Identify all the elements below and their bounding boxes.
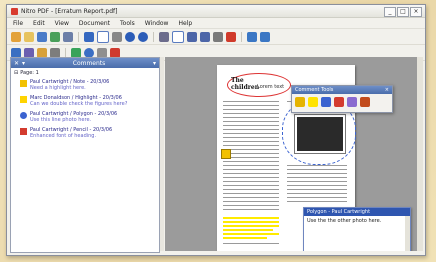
- menu-edit[interactable]: Edit: [33, 20, 45, 27]
- zoom-box-icon[interactable]: [172, 30, 184, 43]
- page-node-label: Page: 1: [20, 70, 39, 76]
- comments-panel-header: ✕ ▾ Comments ▾: [11, 58, 159, 68]
- text-callout-icon[interactable]: [321, 97, 331, 107]
- comment-tools-title: Comment Tools: [295, 87, 334, 93]
- panel-splitter[interactable]: [160, 57, 164, 251]
- popup-note-text[interactable]: Use the the other photo here.: [304, 216, 410, 226]
- menu-view[interactable]: View: [55, 20, 69, 27]
- open-folder-icon[interactable]: [24, 31, 34, 42]
- title-bar: Nitro PDF - [Erratum Report.pdf] _ □ ×: [7, 5, 425, 18]
- app-logo-icon: [11, 7, 18, 15]
- collapse-icon[interactable]: ⊟: [14, 70, 18, 76]
- main-toolbar: [7, 29, 425, 45]
- close-toolbar-icon[interactable]: ×: [385, 87, 389, 93]
- text-tool-icon[interactable]: [213, 31, 223, 42]
- web-icon[interactable]: [84, 47, 94, 58]
- document-photo: [294, 114, 346, 154]
- maximize-button[interactable]: □: [397, 7, 409, 17]
- comment-text: Can we double check the figures here?: [30, 101, 128, 107]
- menu-document[interactable]: Document: [79, 20, 110, 27]
- note-tool-icon[interactable]: [295, 97, 305, 107]
- vertical-scrollbar[interactable]: [417, 57, 423, 251]
- comment-tools-toolbar: Comment Tools ×: [291, 85, 393, 113]
- menu-window[interactable]: Window: [145, 20, 169, 27]
- print-icon[interactable]: [50, 31, 60, 42]
- select-icon[interactable]: [84, 31, 94, 42]
- text-highlight[interactable]: [223, 233, 279, 235]
- email-icon[interactable]: [63, 31, 73, 42]
- export-icon[interactable]: [71, 47, 81, 58]
- comment-item[interactable]: Marc Donaldson / Highlight - 20/3/06 Can…: [20, 95, 156, 107]
- new-document-icon[interactable]: [11, 31, 21, 42]
- text-highlight[interactable]: [223, 217, 279, 219]
- comments-panel: ✕ ▾ Comments ▾ ⊟ Page: 1 Paul Cartwright…: [10, 57, 160, 253]
- doc-heading-a: The: [231, 77, 244, 84]
- hand-tool-icon[interactable]: [112, 31, 122, 42]
- close-button[interactable]: ×: [410, 7, 422, 17]
- text-highlight[interactable]: [223, 237, 267, 239]
- page-view-icon[interactable]: [97, 30, 109, 43]
- popup-note-header: Polygon - Paul Cartwright: [304, 208, 410, 216]
- comment-text: Need a highlight here.: [30, 85, 86, 91]
- pencil-tool-icon[interactable]: [110, 47, 120, 58]
- comment-item[interactable]: Paul Cartwright / Pencil - 20/3/06 Enhan…: [20, 127, 156, 139]
- zoom-in-icon[interactable]: [187, 31, 197, 42]
- zoom-out-icon[interactable]: [200, 31, 210, 42]
- popup-note-scrollbar[interactable]: [405, 216, 410, 251]
- doc-heading-b: children: [231, 84, 260, 91]
- stamp-icon[interactable]: [226, 31, 236, 42]
- close-panel-icon[interactable]: ✕: [14, 60, 19, 67]
- security-icon[interactable]: [97, 47, 107, 58]
- stamp-tool-icon[interactable]: [360, 97, 370, 107]
- bookmarks-icon[interactable]: [24, 47, 34, 58]
- text-highlight[interactable]: [223, 225, 279, 227]
- forward-arrow-icon[interactable]: [138, 31, 148, 42]
- note-icon: [20, 80, 27, 87]
- minimize-button[interactable]: _: [384, 7, 396, 17]
- undo-icon[interactable]: [247, 31, 257, 42]
- comment-text: Use this line photo here.: [30, 117, 92, 123]
- rotate-icon[interactable]: [159, 31, 169, 42]
- comments-icon[interactable]: [11, 47, 21, 58]
- text-highlight[interactable]: [223, 229, 273, 231]
- menu-help[interactable]: Help: [178, 20, 192, 27]
- highlight-icon: [20, 96, 27, 103]
- comment-item[interactable]: Paul Cartwright / Note - 20/3/06 Need a …: [20, 79, 156, 91]
- menu-tools[interactable]: Tools: [120, 20, 135, 27]
- app-window: Nitro PDF - [Erratum Report.pdf] _ □ × F…: [6, 4, 426, 256]
- back-arrow-icon[interactable]: [125, 31, 135, 42]
- pencil-draw-icon[interactable]: [334, 97, 344, 107]
- text-highlight[interactable]: [223, 221, 279, 223]
- popup-note[interactable]: Polygon - Paul Cartwright Use the the ot…: [303, 207, 411, 251]
- comments-panel-title: Comments: [72, 59, 106, 67]
- shape-tool-icon[interactable]: [347, 97, 357, 107]
- document-viewer[interactable]: The children Lorem text Comment Tools × …: [165, 57, 423, 251]
- comments-tree: ⊟ Page: 1 Paul Cartwright / Note - 20/3/…: [11, 68, 159, 145]
- panel-menu-icon[interactable]: ▾: [153, 60, 156, 67]
- save-icon[interactable]: [37, 31, 47, 42]
- properties-icon[interactable]: [50, 47, 60, 58]
- filter-icon[interactable]: ▾: [22, 60, 25, 67]
- menu-file[interactable]: File: [13, 20, 23, 27]
- window-title: Nitro PDF - [Erratum Report.pdf]: [21, 7, 118, 15]
- comment-text: Enhanced font of heading.: [30, 133, 97, 139]
- pencil-icon: [20, 128, 27, 135]
- tree-page-node[interactable]: ⊟ Page: 1: [14, 70, 156, 76]
- sticky-note-icon[interactable]: [221, 149, 231, 159]
- attachments-icon[interactable]: [37, 47, 47, 58]
- comment-item[interactable]: Paul Cartwright / Polygon - 20/3/06 Use …: [20, 111, 156, 123]
- menu-bar: File Edit View Document Tools Window Hel…: [7, 18, 425, 29]
- highlighter-tool-icon[interactable]: [308, 97, 318, 107]
- polygon-icon: [20, 112, 27, 119]
- doc-heading-c: Lorem text: [257, 84, 285, 90]
- redo-icon[interactable]: [260, 31, 270, 42]
